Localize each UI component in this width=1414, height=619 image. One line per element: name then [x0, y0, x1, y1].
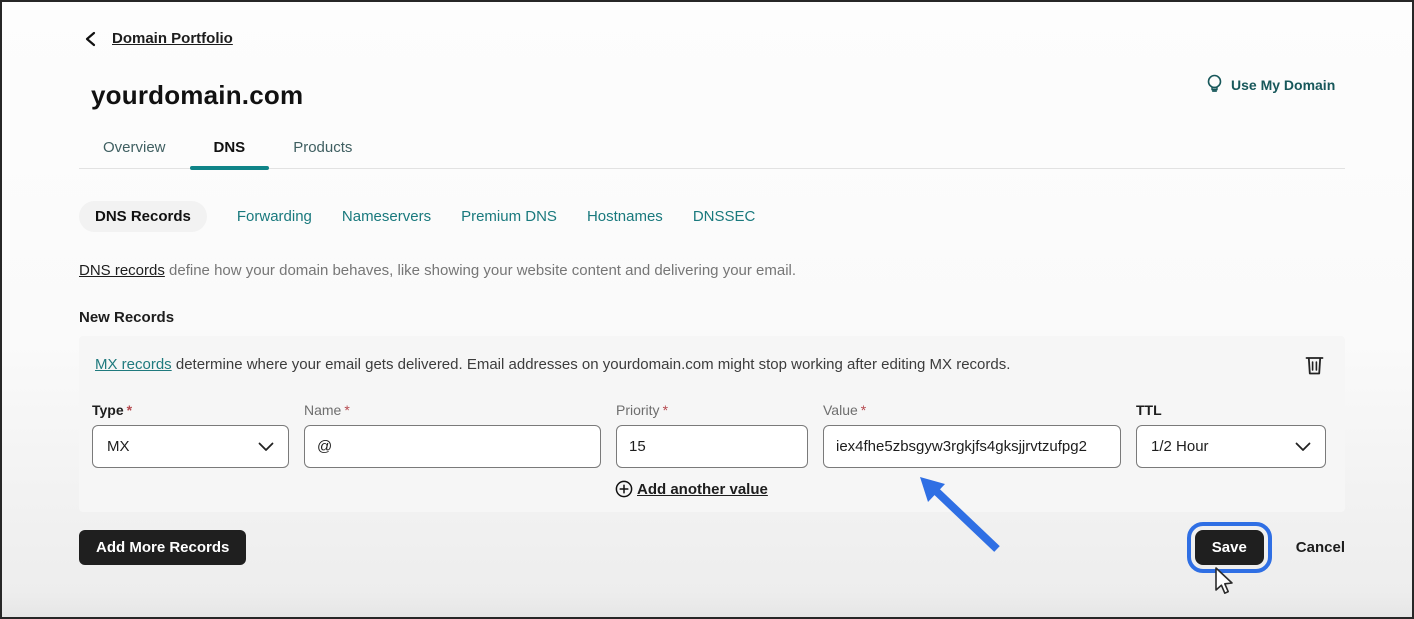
- required-marker: *: [344, 402, 349, 418]
- breadcrumb: Domain Portfolio: [84, 30, 233, 47]
- primary-tabs: Overview DNS Products: [79, 133, 1345, 169]
- field-name: Name*: [304, 402, 601, 468]
- subtab-hostnames[interactable]: Hostnames: [587, 201, 663, 232]
- subtab-dnssec[interactable]: DNSSEC: [693, 201, 756, 232]
- ttl-select[interactable]: 1/2 Hour: [1136, 425, 1326, 468]
- mx-warning-text: MX records determine where your email ge…: [95, 356, 1250, 373]
- priority-label: Priority*: [616, 402, 808, 418]
- save-button[interactable]: Save: [1195, 530, 1264, 565]
- subtab-dns-records[interactable]: DNS Records: [79, 201, 207, 232]
- required-marker: *: [861, 402, 866, 418]
- priority-input[interactable]: [616, 425, 808, 468]
- subtab-premium-dns[interactable]: Premium DNS: [461, 201, 557, 232]
- footer-actions: Add More Records Save Cancel: [79, 522, 1345, 573]
- lightbulb-icon: [1206, 74, 1223, 95]
- type-select[interactable]: MX: [92, 425, 289, 468]
- chevron-left-icon: [84, 31, 98, 47]
- ttl-select-value: 1/2 Hour: [1151, 438, 1209, 455]
- field-value: Value*: [823, 402, 1121, 468]
- new-record-card: MX records determine where your email ge…: [79, 336, 1345, 512]
- required-marker: *: [127, 402, 132, 418]
- name-input[interactable]: [304, 425, 601, 468]
- name-label: Name*: [304, 402, 601, 418]
- field-type: Type* MX: [92, 402, 289, 468]
- type-select-value: MX: [107, 438, 130, 455]
- mx-records-link[interactable]: MX records: [95, 356, 172, 373]
- field-priority: Priority*: [616, 402, 808, 468]
- delete-record-button[interactable]: [1304, 353, 1325, 379]
- value-label: Value*: [823, 402, 1121, 418]
- dns-subtabs: DNS Records Forwarding Nameservers Premi…: [79, 201, 755, 232]
- cancel-button[interactable]: Cancel: [1296, 539, 1345, 556]
- add-another-value-label: Add another value: [637, 481, 768, 498]
- footer-right-group: Save Cancel: [1187, 522, 1345, 573]
- subtab-nameservers[interactable]: Nameservers: [342, 201, 431, 232]
- field-ttl: TTL 1/2 Hour: [1136, 402, 1326, 468]
- save-button-highlight-ring: Save: [1187, 522, 1272, 573]
- use-my-domain-label: Use My Domain: [1231, 77, 1335, 93]
- ttl-label: TTL: [1136, 402, 1326, 418]
- plus-circle-icon: [615, 480, 633, 498]
- use-my-domain-button[interactable]: Use My Domain: [1206, 74, 1335, 95]
- subtab-forwarding[interactable]: Forwarding: [237, 201, 312, 232]
- add-another-value-button[interactable]: Add another value: [615, 480, 768, 498]
- tab-overview[interactable]: Overview: [79, 133, 190, 168]
- required-marker: *: [663, 402, 668, 418]
- type-label: Type*: [92, 402, 289, 418]
- value-input[interactable]: [823, 425, 1121, 468]
- dns-records-link[interactable]: DNS records: [79, 262, 165, 279]
- dns-management-page: Domain Portfolio yourdomain.com Use My D…: [0, 0, 1414, 619]
- tab-products[interactable]: Products: [269, 133, 376, 168]
- record-fields-row: Type* MX Name* Priority*: [92, 402, 1326, 468]
- dns-intro-rest: define how your domain behaves, like sho…: [165, 262, 796, 279]
- page-title: yourdomain.com: [91, 80, 303, 111]
- chevron-down-icon: [1295, 442, 1311, 452]
- back-to-portfolio-link[interactable]: Domain Portfolio: [112, 30, 233, 47]
- tab-dns[interactable]: DNS: [190, 133, 270, 168]
- chevron-down-icon: [258, 442, 274, 452]
- new-records-heading: New Records: [79, 309, 174, 326]
- trash-icon: [1304, 353, 1325, 376]
- add-more-records-button[interactable]: Add More Records: [79, 530, 246, 565]
- mx-warning-rest: determine where your email gets delivere…: [172, 356, 1011, 373]
- dns-intro-text: DNS records define how your domain behav…: [79, 262, 796, 279]
